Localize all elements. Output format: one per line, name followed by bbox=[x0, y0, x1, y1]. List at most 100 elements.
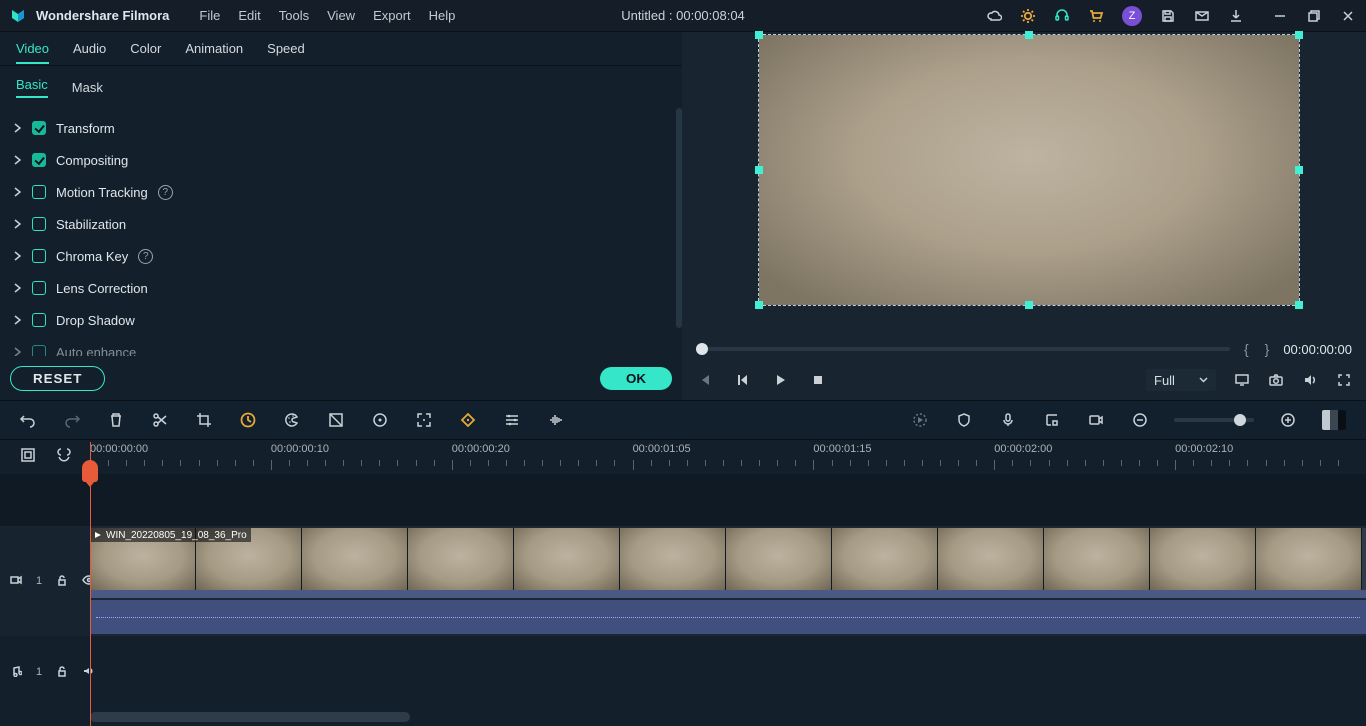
fullscreen-icon[interactable] bbox=[1336, 372, 1352, 388]
option-motion-tracking[interactable]: Motion Tracking ? bbox=[12, 176, 670, 208]
option-stabilization[interactable]: Stabilization bbox=[12, 208, 670, 240]
checkbox[interactable] bbox=[32, 217, 46, 231]
scrubber-thumb[interactable] bbox=[696, 343, 708, 355]
magnet-button[interactable] bbox=[54, 445, 74, 465]
lock-icon[interactable] bbox=[56, 665, 68, 680]
step-back-button[interactable] bbox=[734, 372, 750, 388]
snapshot-icon[interactable] bbox=[1268, 372, 1284, 388]
volume-icon[interactable] bbox=[1302, 372, 1318, 388]
menu-tools[interactable]: Tools bbox=[279, 8, 309, 23]
checkbox[interactable] bbox=[32, 249, 46, 263]
checkbox[interactable] bbox=[32, 281, 46, 295]
mark-out-icon[interactable]: } bbox=[1265, 341, 1270, 357]
expand-icon[interactable] bbox=[12, 347, 22, 356]
speed-button[interactable] bbox=[238, 410, 258, 430]
tab-animation[interactable]: Animation bbox=[185, 41, 243, 56]
resize-handle[interactable] bbox=[755, 31, 763, 39]
expand-icon[interactable] bbox=[12, 283, 22, 293]
resize-handle[interactable] bbox=[1295, 166, 1303, 174]
view-toggle[interactable] bbox=[1322, 410, 1348, 430]
redo-button[interactable] bbox=[62, 410, 82, 430]
color-button[interactable] bbox=[282, 410, 302, 430]
marker-button[interactable] bbox=[458, 410, 478, 430]
resize-handle[interactable] bbox=[1295, 31, 1303, 39]
zoom-in-button[interactable] bbox=[1278, 410, 1298, 430]
window-close[interactable] bbox=[1340, 8, 1356, 24]
crop-button[interactable] bbox=[194, 410, 214, 430]
split-button[interactable] bbox=[150, 410, 170, 430]
checkbox[interactable] bbox=[32, 345, 46, 356]
window-minimize[interactable] bbox=[1272, 8, 1288, 24]
tab-video[interactable]: Video bbox=[16, 41, 49, 64]
scrubber-track[interactable] bbox=[696, 347, 1230, 351]
render-button[interactable] bbox=[910, 410, 930, 430]
resize-handle[interactable] bbox=[755, 301, 763, 309]
expand-icon[interactable] bbox=[12, 187, 22, 197]
help-icon[interactable]: ? bbox=[158, 185, 173, 200]
resize-handle[interactable] bbox=[1295, 301, 1303, 309]
mixer-button[interactable] bbox=[1042, 410, 1062, 430]
lock-icon[interactable] bbox=[56, 574, 68, 589]
zoom-out-button[interactable] bbox=[1130, 410, 1150, 430]
option-lens-correction[interactable]: Lens Correction bbox=[12, 272, 670, 304]
zoom-thumb[interactable] bbox=[1234, 414, 1246, 426]
checkbox[interactable] bbox=[32, 313, 46, 327]
option-drop-shadow[interactable]: Drop Shadow bbox=[12, 304, 670, 336]
play-button[interactable] bbox=[772, 372, 788, 388]
reset-button[interactable]: RESET bbox=[10, 366, 105, 391]
greenscreen-button[interactable] bbox=[326, 410, 346, 430]
help-icon[interactable]: ? bbox=[138, 249, 153, 264]
mail-icon[interactable] bbox=[1194, 8, 1210, 24]
guard-button[interactable] bbox=[954, 410, 974, 430]
checkbox[interactable] bbox=[32, 121, 46, 135]
idea-icon[interactable] bbox=[1020, 8, 1036, 24]
option-compositing[interactable]: Compositing bbox=[12, 144, 670, 176]
expand-icon[interactable] bbox=[12, 315, 22, 325]
track-manage-button[interactable] bbox=[18, 445, 38, 465]
audio-button[interactable] bbox=[546, 410, 566, 430]
ok-button[interactable]: OK bbox=[600, 367, 672, 390]
cart-icon[interactable] bbox=[1088, 8, 1104, 24]
checkbox[interactable] bbox=[32, 185, 46, 199]
voiceover-button[interactable] bbox=[998, 410, 1018, 430]
video-clip[interactable]: WIN_20220805_19_08_36_Pro bbox=[90, 528, 1366, 590]
menu-export[interactable]: Export bbox=[373, 8, 411, 23]
expand-icon[interactable] bbox=[12, 251, 22, 261]
cloud-icon[interactable] bbox=[986, 8, 1002, 24]
menu-edit[interactable]: Edit bbox=[238, 8, 260, 23]
zoom-slider[interactable] bbox=[1174, 418, 1254, 422]
option-auto-enhance[interactable]: Auto enhance bbox=[12, 336, 670, 356]
video-track-body[interactable]: WIN_20220805_19_08_36_Pro bbox=[90, 526, 1366, 636]
download-icon[interactable] bbox=[1228, 8, 1244, 24]
mute-icon[interactable] bbox=[82, 665, 94, 680]
horizontal-scrollbar[interactable] bbox=[90, 712, 410, 722]
adjust-button[interactable] bbox=[502, 410, 522, 430]
undo-button[interactable] bbox=[18, 410, 38, 430]
resize-handle[interactable] bbox=[1025, 31, 1033, 39]
menu-file[interactable]: File bbox=[199, 8, 220, 23]
ruler[interactable]: 00:00:00:0000:00:00:1000:00:00:2000:00:0… bbox=[90, 440, 1356, 474]
expand-icon[interactable] bbox=[12, 219, 22, 229]
mark-in-icon[interactable]: { bbox=[1244, 341, 1249, 357]
tab-basic[interactable]: Basic bbox=[16, 77, 48, 98]
expand-icon[interactable] bbox=[12, 155, 22, 165]
stop-button[interactable] bbox=[810, 372, 826, 388]
preview-area[interactable] bbox=[682, 32, 1366, 338]
record-button[interactable] bbox=[1086, 410, 1106, 430]
clip-audio[interactable] bbox=[90, 600, 1366, 634]
checkbox[interactable] bbox=[32, 153, 46, 167]
option-chroma-key[interactable]: Chroma Key ? bbox=[12, 240, 670, 272]
menu-view[interactable]: View bbox=[327, 8, 355, 23]
resize-handle[interactable] bbox=[755, 166, 763, 174]
motion-button[interactable] bbox=[414, 410, 434, 430]
tab-speed[interactable]: Speed bbox=[267, 41, 305, 56]
option-transform[interactable]: Transform bbox=[12, 112, 670, 144]
prev-frame-button[interactable] bbox=[696, 372, 712, 388]
user-avatar[interactable]: Z bbox=[1122, 6, 1142, 26]
quality-select[interactable]: Full bbox=[1146, 369, 1216, 391]
menu-help[interactable]: Help bbox=[429, 8, 456, 23]
playhead-handle[interactable] bbox=[82, 460, 98, 482]
tab-mask[interactable]: Mask bbox=[72, 80, 103, 95]
window-restore[interactable] bbox=[1306, 8, 1322, 24]
tab-color[interactable]: Color bbox=[130, 41, 161, 56]
